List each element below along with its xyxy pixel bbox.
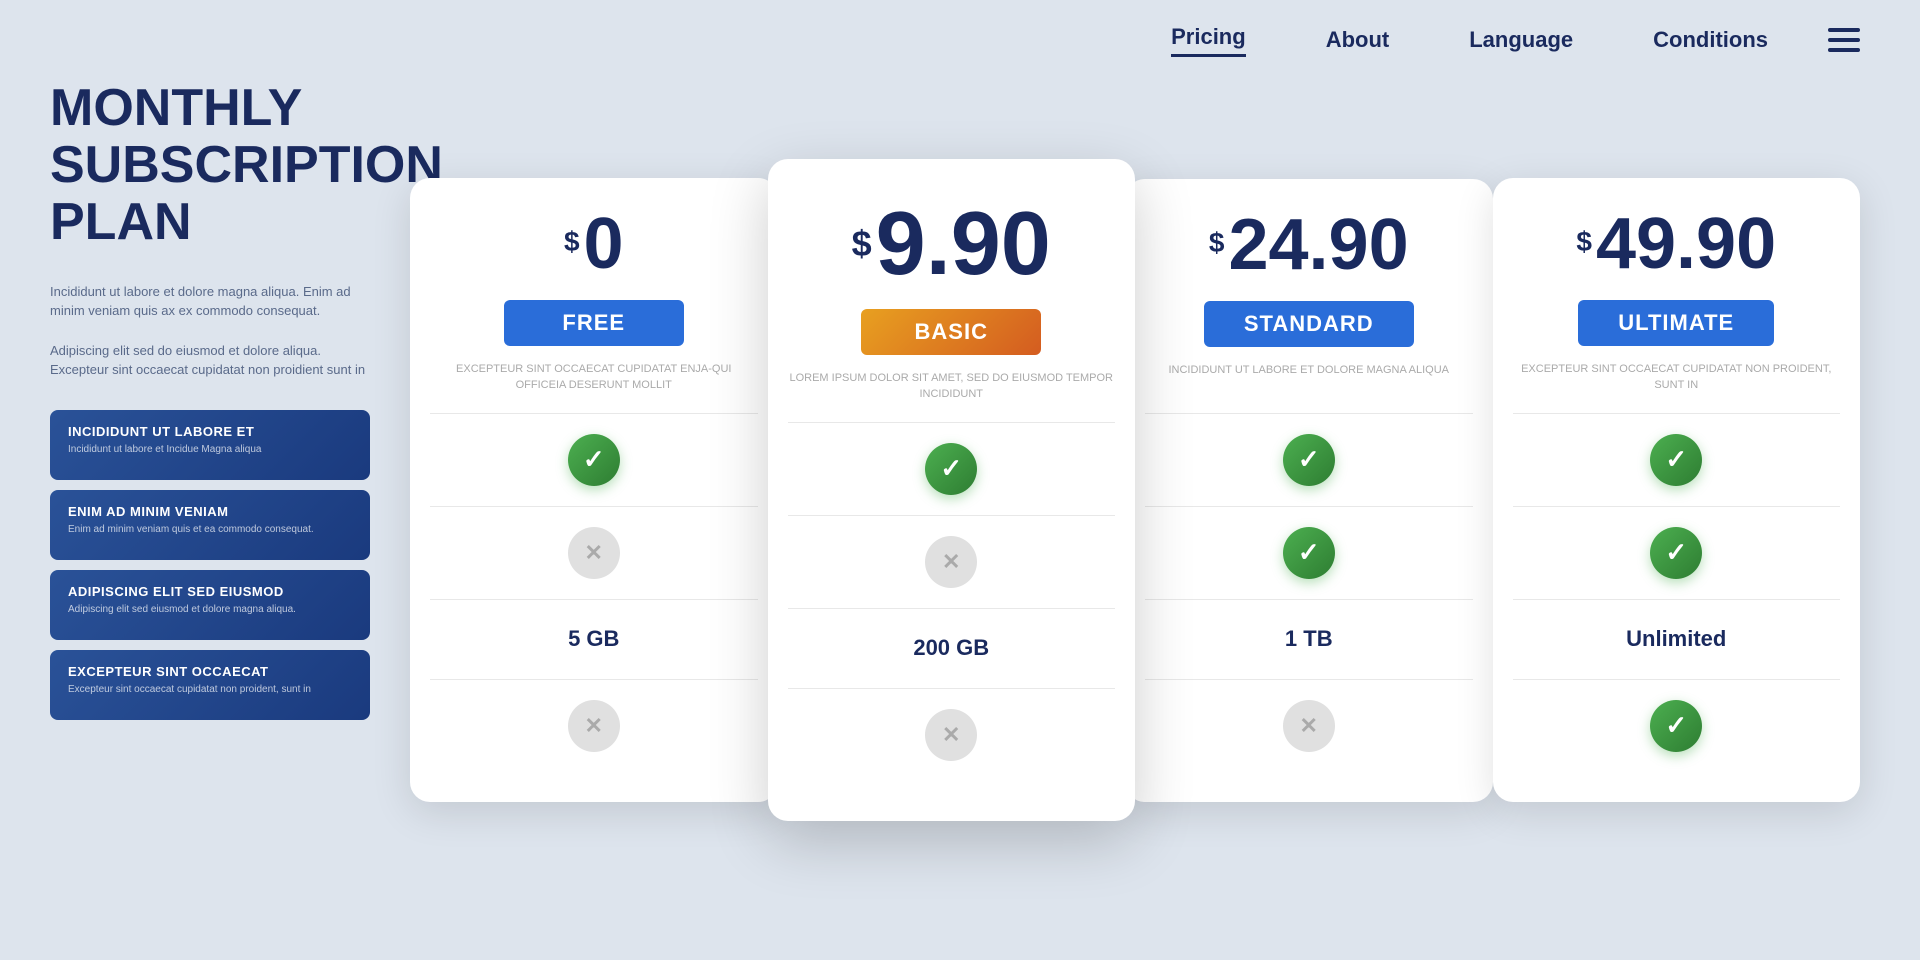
hamburger-menu[interactable] [1828,28,1860,52]
x-icon-basic-3 [925,709,977,761]
feature-cells-ultimate: Unlimited [1513,413,1841,772]
feature-cell-free-3 [430,679,758,772]
plan-card-basic[interactable]: $9.90 BASIC LOREM IPSUM DOLOR SIT AMET, SE… [768,159,1136,821]
storage-text-standard-2: 1 TB [1285,626,1333,652]
cards-wrapper: $0 FREE EXCEPTEUR SINT OCCAECAT CUPIDATAT … [410,178,1860,802]
plan-badge-free: FREE [504,300,684,346]
storage-text-basic-2: 200 GB [913,635,989,661]
plan-badge-ultimate: ULTIMATE [1578,300,1774,346]
check-icon-free-0 [568,434,620,486]
nav-link-language[interactable]: Language [1469,27,1573,53]
check-icon-ultimate-3 [1650,700,1702,752]
feature-row-3: EXCEPTEUR SINT OCCAECAT Excepteur sint o… [50,650,370,720]
feature-cell-ultimate-1 [1513,506,1841,599]
nav-links: Pricing About Language Conditions [1171,24,1768,57]
navbar: Pricing About Language Conditions [0,0,1920,80]
price-area-standard: $24.90 [1209,209,1409,281]
price-area-ultimate: $49.90 [1576,208,1776,280]
nav-link-about[interactable]: About [1326,27,1390,53]
x-icon-free-1 [568,527,620,579]
feature-cell-free-2: 5 GB [430,599,758,679]
feature-cell-standard-2: 1 TB [1145,599,1473,679]
x-icon-free-3 [568,700,620,752]
check-icon-ultimate-0 [1650,434,1702,486]
feature-cell-basic-1 [788,515,1116,608]
plan-card-standard[interactable]: $24.90 STANDARD INCIDIDUNT UT LABORE ET DO… [1125,179,1493,802]
feature-row-2: ADIPISCING ELIT SED EIUSMOD Adipiscing e… [50,570,370,640]
feature-cells-basic: 200 GB [788,422,1116,781]
feature-cell-standard-0 [1145,413,1473,506]
pricing-container: $0 FREE EXCEPTEUR SINT OCCAECAT CUPIDATAT … [380,80,1890,900]
check-icon-standard-0 [1283,434,1335,486]
feature-cell-basic-3 [788,688,1116,781]
main-title: MONTHLY SUBSCRIPTION PLAN [50,80,370,252]
feature-row-title-2: ADIPISCING ELIT SED EIUSMOD [68,584,352,599]
feature-cell-basic-0 [788,422,1116,515]
x-icon-basic-1 [925,536,977,588]
dollar-sign-free: $ [564,226,580,258]
desc1: Incididunt ut labore et dolore magna ali… [50,282,370,321]
plan-badge-basic: BASIC [861,309,1041,355]
feature-row-sub-1: Enim ad minim veniam quis et ea commodo … [68,523,352,537]
feature-cell-ultimate-0 [1513,413,1841,506]
feature-cell-free-0 [430,413,758,506]
plan-card-ultimate[interactable]: $49.90 ULTIMATE EXCEPTEUR SINT OCCAECAT CU… [1493,178,1861,802]
feature-cell-standard-3 [1145,679,1473,772]
plan-badge-standard: STANDARD [1204,301,1414,347]
x-icon-standard-3 [1283,700,1335,752]
feature-row-sub-2: Adipiscing elit sed eiusmod et dolore ma… [68,603,352,617]
plan-desc-basic: LOREM IPSUM DOLOR SIT AMET, SED DO EIUSM… [788,371,1116,402]
feature-row-title-3: EXCEPTEUR SINT OCCAECAT [68,664,352,679]
feature-row-title-0: INCIDIDUNT UT LABORE ET [68,424,352,439]
plan-desc-free: EXCEPTEUR SINT OCCAECAT CUPIDATAT ENJA-Q… [430,362,758,393]
left-section: MONTHLY SUBSCRIPTION PLAN Incididunt ut … [50,80,370,720]
feature-row-sub-0: Incididunt ut labore et Incidue Magna al… [68,443,352,457]
price-area-basic: $9.90 [852,199,1051,289]
feature-row-0: INCIDIDUNT UT LABORE ET Incididunt ut la… [50,410,370,480]
price-number-free: 0 [584,208,624,280]
plan-card-free[interactable]: $0 FREE EXCEPTEUR SINT OCCAECAT CUPIDATAT … [410,178,778,802]
feature-cells-standard: 1 TB [1145,413,1473,772]
feature-cell-standard-1 [1145,506,1473,599]
feature-rows: INCIDIDUNT UT LABORE ET Incididunt ut la… [50,410,370,720]
price-area-free: $0 [564,208,624,280]
price-number-ultimate: 49.90 [1596,208,1776,280]
feature-cell-ultimate-3 [1513,679,1841,772]
desc2: Adipiscing elit sed do eiusmod et dolore… [50,341,370,380]
storage-text-ultimate-2: Unlimited [1626,626,1726,652]
price-number-basic: 9.90 [876,199,1051,289]
nav-link-conditions[interactable]: Conditions [1653,27,1768,53]
feature-row-sub-3: Excepteur sint occaecat cupidatat non pr… [68,683,352,697]
nav-link-pricing[interactable]: Pricing [1171,24,1246,57]
feature-row-1: ENIM AD MINIM VENIAM Enim ad minim venia… [50,490,370,560]
feature-cell-basic-2: 200 GB [788,608,1116,688]
dollar-sign-basic: $ [852,223,872,265]
feature-cell-free-1 [430,506,758,599]
feature-row-title-1: ENIM AD MINIM VENIAM [68,504,352,519]
check-icon-standard-1 [1283,527,1335,579]
storage-text-free-2: 5 GB [568,626,619,652]
check-icon-basic-0 [925,443,977,495]
feature-cell-ultimate-2: Unlimited [1513,599,1841,679]
dollar-sign-standard: $ [1209,227,1225,259]
dollar-sign-ultimate: $ [1576,226,1592,258]
check-icon-ultimate-1 [1650,527,1702,579]
plan-desc-standard: INCIDIDUNT UT LABORE ET DOLORE MAGNA ALI… [1168,363,1449,393]
price-number-standard: 24.90 [1228,209,1408,281]
plan-desc-ultimate: EXCEPTEUR SINT OCCAECAT CUPIDATAT NON PR… [1513,362,1841,393]
feature-cells-free: 5 GB [430,413,758,772]
